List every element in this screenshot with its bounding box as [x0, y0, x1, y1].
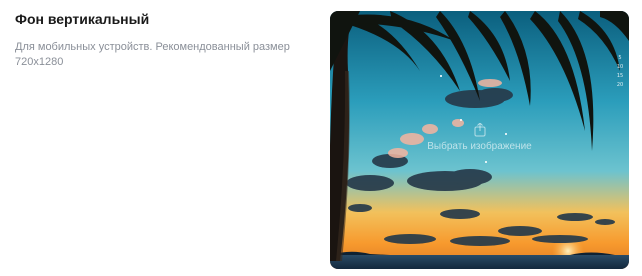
setting-info: Фон вертикальный Для мобильных устройств… [15, 11, 315, 70]
description-line-1: Для мобильных устройств. Рекомендованный… [15, 41, 290, 53]
description-line-2: 720x1280 [15, 56, 64, 68]
setting-description: Для мобильных устройств. Рекомендованный… [15, 40, 315, 70]
side-scale: 5 10 15 20 [615, 54, 625, 90]
vertical-background-setting: Фон вертикальный Для мобильных устройств… [0, 0, 642, 276]
side-scale-value: 15 [616, 73, 624, 79]
side-scale-value: 20 [616, 82, 624, 88]
side-scale-value: 10 [616, 64, 624, 70]
background-image-picker[interactable]: Выбрать изображение 5 10 15 20 [330, 11, 629, 269]
side-scale-value: 5 [618, 55, 622, 61]
beach-sunset-image [330, 11, 629, 269]
setting-title: Фон вертикальный [15, 11, 150, 27]
